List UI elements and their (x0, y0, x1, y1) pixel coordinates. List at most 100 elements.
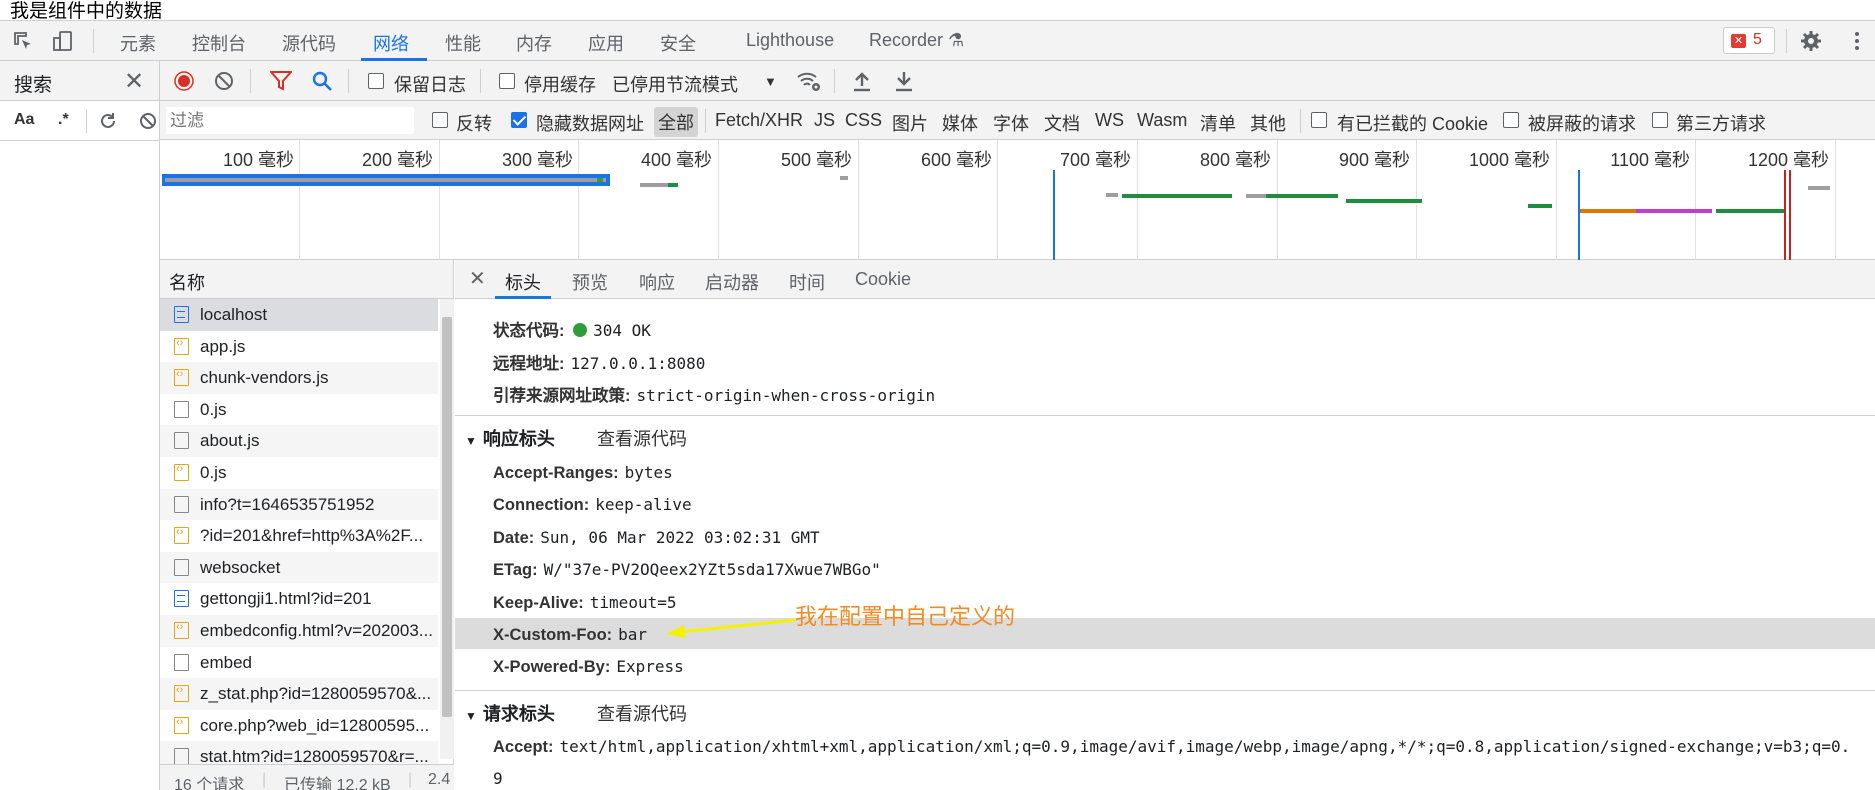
network-overview-timeline[interactable]: 100 毫秒 200 毫秒 300 毫秒 400 毫秒 500 毫秒 600 毫… (160, 140, 1875, 260)
view-source-link[interactable]: 查看源代码 (597, 700, 687, 726)
network-toolbar: 保留日志 停用缓存 已停用节流模式 ▼ (160, 61, 1875, 101)
annotation-note: 我在配置中自己定义的 (795, 604, 1016, 629)
invert-checkbox[interactable] (432, 112, 448, 128)
tab-network[interactable]: 网络 (373, 30, 409, 56)
hide-data-urls-checkbox[interactable] (511, 112, 527, 128)
record-icon[interactable] (173, 70, 195, 92)
name-column-header[interactable]: 名称 (160, 260, 453, 299)
third-party-checkbox[interactable] (1652, 112, 1668, 128)
error-count-badge[interactable]: ✕ 5 (1723, 27, 1775, 54)
clear-log-icon[interactable] (214, 71, 234, 91)
close-icon[interactable]: ✕ (124, 67, 144, 96)
disable-cache-checkbox[interactable] (499, 73, 515, 89)
request-row[interactable]: info?t=1646535751952 (160, 488, 438, 521)
type-filter-img[interactable]: 图片 (892, 110, 928, 136)
request-name: localhost (200, 305, 268, 324)
timeline-bar (1528, 204, 1552, 208)
view-source-link[interactable]: 查看源代码 (597, 425, 687, 451)
tick-label: 1200 毫秒 (1747, 150, 1829, 170)
tab-headers[interactable]: 标头 (505, 269, 541, 295)
request-row[interactable]: 0.js (160, 457, 438, 489)
type-filter-js[interactable]: JS (814, 110, 835, 131)
device-toolbar-icon[interactable] (52, 30, 74, 52)
request-header-row: Accept: text/html,application/xhtml+xml,a… (493, 737, 1850, 757)
request-header-row-continuation: 9 (493, 769, 503, 789)
export-har-icon[interactable] (894, 70, 914, 92)
type-filter-media[interactable]: 媒体 (942, 110, 978, 136)
clear-icon[interactable] (138, 111, 158, 131)
request-row[interactable]: chunk-vendors.js (160, 362, 438, 394)
filter-input[interactable] (166, 107, 414, 134)
request-row[interactable]: embed (160, 647, 438, 679)
import-har-icon[interactable] (852, 70, 872, 92)
request-name: app.js (200, 336, 246, 356)
request-row[interactable]: embedconfig.html?v=202003... (160, 614, 438, 647)
scrollbar-thumb[interactable] (442, 317, 452, 717)
settings-gear-icon[interactable] (1800, 30, 1822, 52)
request-name: chunk-vendors.js (200, 368, 329, 388)
filter-icon[interactable] (270, 71, 292, 91)
tab-timing[interactable]: 时间 (789, 269, 825, 295)
refresh-icon[interactable] (98, 111, 118, 131)
tab-console[interactable]: 控制台 (192, 30, 246, 56)
tab-performance[interactable]: 性能 (445, 30, 481, 56)
type-filter-doc[interactable]: 文档 (1044, 110, 1080, 136)
throttling-select[interactable]: 已停用节流模式 (612, 71, 738, 97)
type-filter-all[interactable]: 全部 (654, 107, 698, 137)
request-row[interactable]: ?id=201&href=http%3A%2F... (160, 520, 438, 552)
tab-initiator[interactable]: 启动器 (705, 269, 759, 295)
header-value: Sun, 06 Mar 2022 03:02:31 GMT (540, 528, 820, 547)
status-ok-dot-icon (573, 323, 588, 337)
more-options-icon[interactable] (1846, 30, 1868, 52)
preserve-log-checkbox[interactable] (368, 73, 384, 89)
request-row[interactable]: 0.js (160, 394, 438, 426)
request-row[interactable]: websocket (160, 551, 438, 584)
tick-label: 100 毫秒 (222, 150, 294, 170)
close-icon[interactable]: ✕ (469, 266, 486, 291)
file-icon (174, 558, 189, 576)
tab-elements[interactable]: 元素 (120, 30, 156, 56)
tab-preview[interactable]: 预览 (572, 269, 608, 295)
tab-security[interactable]: 安全 (660, 30, 696, 56)
type-filter-wasm[interactable]: Wasm (1137, 110, 1187, 131)
blocked-requests-checkbox[interactable] (1503, 112, 1519, 128)
type-filter-manifest[interactable]: 清单 (1200, 110, 1236, 136)
request-name: ?id=201&href=http%3A%2F... (200, 526, 424, 546)
dropdown-arrow-icon[interactable]: ▼ (764, 74, 777, 89)
type-filter-ws[interactable]: WS (1095, 110, 1124, 131)
type-filter-css[interactable]: CSS (845, 110, 882, 131)
tab-response[interactable]: 响应 (639, 269, 675, 295)
tab-application[interactable]: 应用 (588, 30, 624, 56)
request-list-scrollbar[interactable] (440, 299, 454, 759)
type-filter-font[interactable]: 字体 (993, 110, 1029, 136)
match-case-toggle[interactable]: Aa (14, 111, 34, 129)
expand-triangle-icon: ▼ (465, 709, 477, 723)
request-row[interactable]: about.js (160, 425, 438, 457)
search-icon[interactable] (311, 70, 333, 92)
blocked-cookies-checkbox[interactable] (1311, 112, 1327, 128)
type-filter-fetch-xhr[interactable]: Fetch/XHR (715, 110, 803, 131)
tab-recorder[interactable]: Recorder ⚗ (869, 30, 964, 51)
network-conditions-icon[interactable] (796, 69, 822, 93)
request-row[interactable]: z_stat.php?id=1280059570&... (160, 678, 438, 710)
tab-memory[interactable]: 内存 (516, 30, 552, 56)
request-name: core.php?web_id=12800595... (200, 715, 430, 735)
tab-cookies[interactable]: Cookie (855, 269, 911, 290)
tab-sources[interactable]: 源代码 (282, 30, 336, 56)
type-filter-other[interactable]: 其他 (1250, 110, 1286, 136)
request-headers-toggle[interactable]: ▼ 请求标头 (465, 700, 555, 726)
tick-label: 500 毫秒 (780, 150, 852, 170)
regex-toggle[interactable]: .* (58, 111, 69, 129)
header-key: Keep-Alive: (493, 594, 584, 612)
response-headers-toggle[interactable]: ▼ 响应标头 (465, 425, 555, 451)
request-row[interactable]: gettongji1.html?id=201 (160, 583, 438, 615)
request-row[interactable]: core.php?web_id=12800595... (160, 710, 438, 742)
request-name: 0.js (200, 462, 227, 482)
request-row[interactable]: app.js (160, 331, 438, 363)
response-header-row: Accept-Ranges: bytes (493, 463, 673, 483)
header-key: Date: (493, 529, 535, 547)
request-row[interactable]: localhost (160, 299, 438, 331)
inspect-element-icon[interactable] (12, 30, 34, 52)
devtools-tab-bar: 元素 控制台 源代码 网络 性能 内存 应用 安全 Lighthouse Rec… (0, 20, 1875, 61)
tab-lighthouse[interactable]: Lighthouse (746, 30, 834, 51)
